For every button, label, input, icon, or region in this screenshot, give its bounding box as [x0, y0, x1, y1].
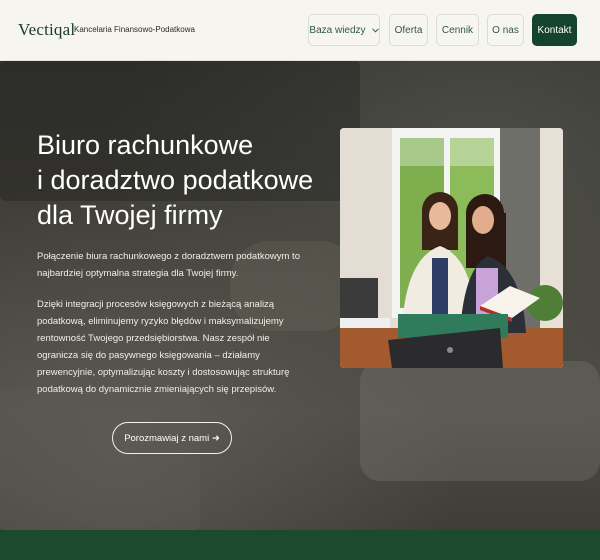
hero-bg-shape — [0, 391, 200, 530]
nav-knowledge-base[interactable]: Baza wiedzy — [308, 14, 380, 46]
logo-tagline: Kancelaria Finansowo-Podatkowa — [74, 25, 195, 34]
hero-title-line: Biuro rachunkowe — [37, 130, 254, 160]
nav-contact-button[interactable]: Kontakt — [532, 14, 577, 46]
talk-to-us-button[interactable]: Porozmawiaj z nami ➜ — [112, 422, 232, 454]
nav-offer[interactable]: Oferta — [389, 14, 428, 46]
hero-description-text: Dzięki integracji procesów księgowych z … — [37, 299, 290, 395]
hero-title-line: i doradztwo podatkowe — [37, 165, 314, 195]
chevron-down-icon — [371, 26, 379, 35]
site-header: Vectiqal Kancelaria Finansowo-Podatkowa … — [0, 0, 600, 61]
next-section-band — [0, 530, 600, 560]
hero-bg-shape — [360, 361, 600, 481]
hero-title-line: dla Twojej firmy — [37, 200, 223, 230]
nav-pricing[interactable]: Cennik — [436, 14, 479, 46]
nav-knowledge-base-label: Baza wiedzy — [309, 24, 366, 36]
hero-photo — [340, 128, 563, 368]
logo[interactable]: Vectiqal — [18, 20, 75, 40]
nav-about[interactable]: O nas — [487, 14, 524, 46]
hero-title: Biuro rachunkowe i doradztwo podatkowe d… — [37, 128, 327, 233]
hero-intro-text: Połączenie biura rachunkowego z doradztw… — [37, 251, 300, 279]
